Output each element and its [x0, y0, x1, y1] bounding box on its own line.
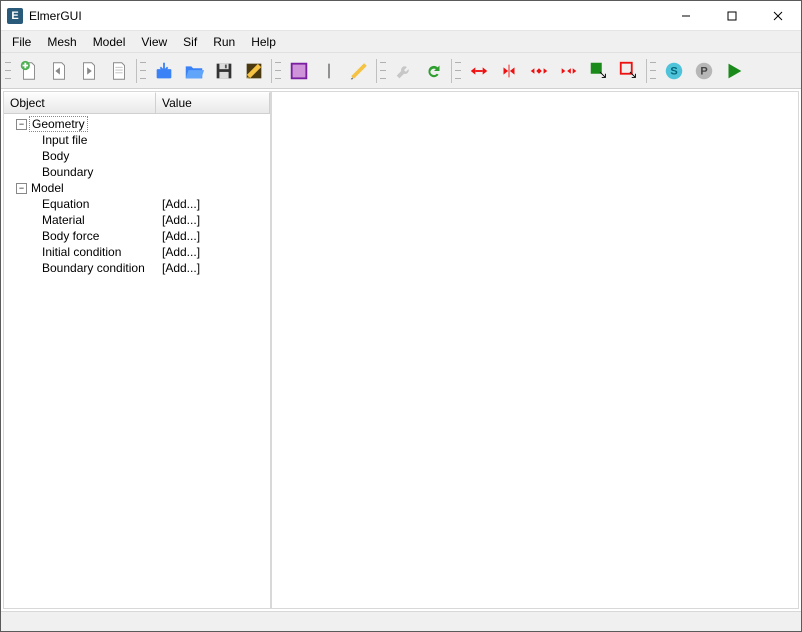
status-bar	[1, 611, 801, 631]
load-button[interactable]	[150, 57, 178, 85]
tree-node-model[interactable]: − Model	[4, 180, 270, 196]
pencil-button[interactable]	[345, 57, 373, 85]
tree-label: Initial condition	[40, 245, 123, 259]
col-header-value[interactable]: Value	[156, 92, 270, 113]
run-button[interactable]	[720, 57, 748, 85]
menu-run[interactable]: Run	[206, 33, 242, 51]
toolbar-handle-2[interactable]	[140, 59, 146, 83]
collapse-horiz-button[interactable]	[495, 57, 523, 85]
main-viewport[interactable]	[271, 91, 799, 609]
menu-sif[interactable]: Sif	[176, 33, 204, 51]
tree-label: Body force	[40, 229, 101, 243]
col-header-object[interactable]: Object	[4, 92, 156, 113]
collapse-icon[interactable]: −	[16, 183, 27, 194]
toolbar-handle-5[interactable]	[455, 59, 461, 83]
minimize-button[interactable]	[663, 1, 709, 31]
tree-label: Input file	[40, 133, 89, 147]
toolbar: S P	[1, 53, 801, 89]
open-folder-button[interactable]	[180, 57, 208, 85]
menu-file[interactable]: File	[5, 33, 38, 51]
save-button[interactable]	[210, 57, 238, 85]
new-file-button[interactable]	[15, 57, 43, 85]
wrench-button[interactable]	[390, 57, 418, 85]
side-panel: Object Value − Geometry Input file Body	[3, 91, 271, 609]
tree-node-input-file[interactable]: Input file	[4, 132, 270, 148]
close-button[interactable]	[755, 1, 801, 31]
tree-node-geometry[interactable]: − Geometry	[4, 116, 270, 132]
tree-node-equation[interactable]: Equation [Add...]	[4, 196, 270, 212]
menu-view[interactable]: View	[134, 33, 174, 51]
collapse-icon[interactable]: −	[16, 119, 27, 130]
tree-value[interactable]: [Add...]	[162, 245, 200, 259]
tree-value[interactable]: [Add...]	[162, 261, 200, 275]
tree-value[interactable]: [Add...]	[162, 197, 200, 211]
tree-node-initial-condition[interactable]: Initial condition [Add...]	[4, 244, 270, 260]
window-title: ElmerGUI	[29, 9, 82, 23]
toolbar-handle-6[interactable]	[650, 59, 656, 83]
expand-both-button[interactable]	[525, 57, 553, 85]
maximize-button[interactable]	[709, 1, 755, 31]
toolbar-handle-3[interactable]	[275, 59, 281, 83]
tree: − Geometry Input file Body Boundary	[4, 114, 270, 608]
menu-mesh[interactable]: Mesh	[40, 33, 83, 51]
tree-label: Equation	[40, 197, 91, 211]
tree-label: Material	[40, 213, 87, 227]
select-green-button[interactable]	[585, 57, 613, 85]
app-window: E ElmerGUI File Mesh Model View Sif Run …	[0, 0, 802, 632]
tree-label: Body	[40, 149, 71, 163]
tree-node-boundary[interactable]: Boundary	[4, 164, 270, 180]
svg-text:S: S	[670, 65, 677, 77]
side-columns: Object Value	[4, 92, 270, 114]
document-button[interactable]	[105, 57, 133, 85]
tree-node-body[interactable]: Body	[4, 148, 270, 164]
menu-model[interactable]: Model	[86, 33, 133, 51]
tree-label: Geometry	[29, 116, 88, 132]
app-icon: E	[7, 8, 23, 24]
svg-text:P: P	[700, 65, 707, 77]
page-back-button[interactable]	[45, 57, 73, 85]
edit-pencil-button[interactable]	[240, 57, 268, 85]
tree-node-boundary-condition[interactable]: Boundary condition [Add...]	[4, 260, 270, 276]
tree-node-material[interactable]: Material [Add...]	[4, 212, 270, 228]
expand-horiz-button[interactable]	[465, 57, 493, 85]
divider-button[interactable]	[315, 57, 343, 85]
tree-label: Boundary	[40, 165, 95, 179]
tree-node-body-force[interactable]: Body force [Add...]	[4, 228, 270, 244]
redo-button[interactable]	[420, 57, 448, 85]
p-button[interactable]: P	[690, 57, 718, 85]
menu-help[interactable]: Help	[244, 33, 283, 51]
page-forward-button[interactable]	[75, 57, 103, 85]
tree-label: Boundary condition	[40, 261, 147, 275]
menubar: File Mesh Model View Sif Run Help	[1, 31, 801, 53]
tree-value[interactable]: [Add...]	[162, 229, 200, 243]
toolbar-handle-4[interactable]	[380, 59, 386, 83]
toolbar-handle[interactable]	[5, 59, 11, 83]
body-split: Object Value − Geometry Input file Body	[1, 89, 801, 611]
tree-value[interactable]: [Add...]	[162, 213, 200, 227]
view-button[interactable]	[285, 57, 313, 85]
titlebar: E ElmerGUI	[1, 1, 801, 31]
tree-label: Model	[29, 181, 66, 195]
collapse-both-button[interactable]	[555, 57, 583, 85]
s-button[interactable]: S	[660, 57, 688, 85]
select-red-button[interactable]	[615, 57, 643, 85]
